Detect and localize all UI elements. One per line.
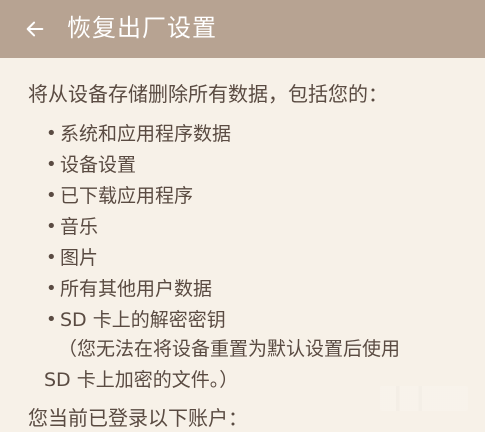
back-button[interactable] bbox=[18, 12, 52, 46]
list-item: • 所有其他用户数据 bbox=[46, 276, 231, 307]
list-item: • SD 卡上的解密密钥 bbox=[46, 307, 231, 338]
logged-in-accounts-label: 您当前已登录以下账户： bbox=[28, 406, 248, 430]
bullet-point: • bbox=[46, 154, 57, 175]
sd-card-note-line-2: SD 卡上加密的文件。） bbox=[44, 369, 239, 391]
list-item-label: SD 卡上的解密密钥 bbox=[60, 309, 226, 331]
top-app-bar: 恢复出厂设置 bbox=[0, 0, 485, 58]
list-item: • 设备设置 bbox=[46, 152, 231, 183]
deleted-data-list: • 系统和应用程序数据 • 设备设置 • 已下载应用程序 • 音乐 • 图片 •… bbox=[46, 121, 231, 338]
list-item: • 音乐 bbox=[46, 214, 231, 245]
reset-details-content: 将从设备存储删除所有数据，包括您的： • 系统和应用程序数据 • 设备设置 • … bbox=[0, 58, 485, 432]
list-item-label: 系统和应用程序数据 bbox=[60, 123, 232, 145]
list-item-label: 设备设置 bbox=[60, 154, 137, 176]
delete-data-intro: 将从设备存储删除所有数据，包括您的： bbox=[28, 82, 388, 106]
image-watermark bbox=[380, 386, 468, 411]
arrow-left-icon bbox=[26, 21, 44, 37]
list-item: • 已下载应用程序 bbox=[46, 183, 231, 214]
bullet-point: • bbox=[46, 309, 57, 330]
bullet-point: • bbox=[46, 247, 57, 268]
list-item: • 系统和应用程序数据 bbox=[46, 121, 231, 152]
list-item-label: 已下载应用程序 bbox=[60, 185, 194, 207]
page-title: 恢复出厂设置 bbox=[67, 14, 217, 42]
bullet-point: • bbox=[46, 278, 57, 299]
factory-reset-screen: 恢复出厂设置 将从设备存储删除所有数据，包括您的： • 系统和应用程序数据 • … bbox=[0, 0, 485, 432]
list-item: • 图片 bbox=[46, 245, 231, 276]
list-item-label: 音乐 bbox=[60, 216, 99, 238]
bullet-point: • bbox=[46, 123, 57, 144]
list-item-label: 所有其他用户数据 bbox=[60, 278, 213, 300]
sd-card-note-line-1: （您无法在将设备重置为默认设置后使用 bbox=[58, 338, 401, 360]
bullet-point: • bbox=[46, 216, 57, 237]
list-item-label: 图片 bbox=[60, 247, 99, 269]
bullet-point: • bbox=[46, 185, 57, 206]
